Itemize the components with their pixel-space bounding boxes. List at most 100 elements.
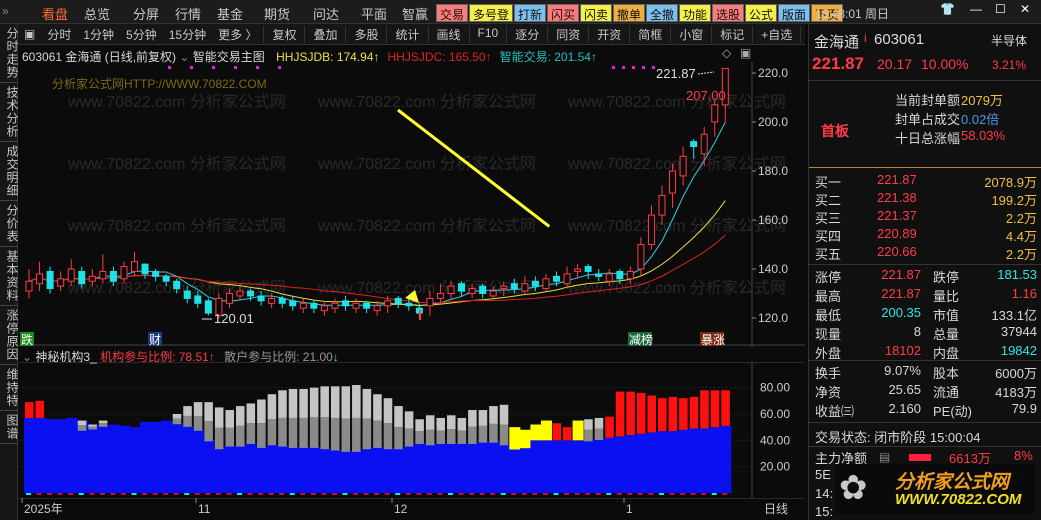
- menu-item[interactable]: 看盘: [42, 4, 68, 23]
- retail-bar: [193, 402, 203, 416]
- toolbar-button[interactable]: 叠加: [304, 25, 345, 43]
- retail-bar: [246, 403, 256, 424]
- signal-bar: [668, 396, 678, 432]
- signal-bar: [509, 427, 521, 450]
- signal-bar: [35, 400, 45, 418]
- candle: [25, 280, 33, 292]
- diamond-icon[interactable]: ◇: [722, 46, 731, 60]
- candle: [257, 295, 265, 302]
- candle: [426, 297, 434, 307]
- menu-item[interactable]: 问达: [313, 4, 339, 23]
- bid-row[interactable]: 买五 220.66 2.2万: [815, 244, 1037, 263]
- candle: [711, 104, 719, 123]
- toolbar-button[interactable]: F10: [468, 25, 507, 43]
- left-tab[interactable]: 技术分析: [0, 83, 19, 142]
- signal-bar: [689, 396, 699, 429]
- left-tab[interactable]: 涨停原因: [0, 306, 19, 365]
- toolbar-button[interactable]: 小窗: [670, 25, 711, 43]
- menu-item[interactable]: 平面: [361, 4, 387, 23]
- period-toolbar: ▣ 分时 1分钟 5分钟 15分钟 更多 〉 复权 叠加 多股 统计 画线 F10 逐分 同资 开资 简框…: [18, 24, 833, 45]
- info-icon[interactable]: i: [864, 31, 867, 45]
- left-tab[interactable]: 基本资料: [0, 247, 19, 306]
- prev-close-label: 207.00: [686, 88, 726, 103]
- quick-button[interactable]: 闪买: [547, 4, 580, 22]
- list-icon[interactable]: ▤: [879, 450, 890, 464]
- baseline-mark: [500, 493, 506, 495]
- toolbar-button[interactable]: 简框: [629, 25, 670, 43]
- quick-button[interactable]: 选股: [712, 4, 745, 22]
- retail-bar: [341, 386, 351, 419]
- inst-bar: [182, 425, 194, 493]
- inst-bar: [467, 442, 479, 493]
- inst-bar: [583, 440, 595, 493]
- inst-bar: [519, 448, 531, 493]
- left-tab[interactable]: 分价表: [0, 201, 19, 247]
- quick-button[interactable]: 功能: [679, 4, 712, 22]
- toolbar-button[interactable]: 同资: [547, 25, 588, 43]
- retail-bar: [172, 418, 182, 425]
- toolbar-button[interactable]: 标记: [711, 25, 752, 43]
- quick-button[interactable]: 闪卖: [580, 4, 613, 22]
- retail-bar: [267, 394, 277, 420]
- retail-bar: [436, 417, 445, 431]
- price-chart[interactable]: www.70822.com 分析家公式网 www.70822.com 分析家公式网…: [18, 62, 805, 347]
- quick-button[interactable]: 公式: [745, 4, 778, 22]
- low-label: 120.01: [214, 311, 254, 326]
- quick-button[interactable]: 撤单: [613, 4, 646, 22]
- baseline-mark: [353, 493, 359, 495]
- minimize-icon[interactable]: —: [970, 2, 982, 16]
- toolbar-button[interactable]: 统计: [386, 25, 427, 43]
- period-button[interactable]: 分时: [41, 26, 77, 43]
- left-tab[interactable]: 图谱: [0, 411, 19, 444]
- left-tab[interactable]: 成交明细: [0, 142, 19, 201]
- toolbar-button[interactable]: 开资: [588, 25, 629, 43]
- inst-bar: [319, 448, 331, 493]
- candle: [690, 141, 698, 147]
- indicator-chart[interactable]: 80.00 60.00 40.00 20.00: [18, 362, 805, 498]
- retail-bar: [98, 420, 108, 424]
- period-button[interactable]: 更多 〉: [212, 26, 263, 43]
- menu-item[interactable]: 智赢: [402, 4, 428, 23]
- bid-row[interactable]: 买一 221.87 2078.9万: [815, 172, 1037, 191]
- candle: [479, 285, 487, 294]
- menu-item[interactable]: 分屏: [133, 4, 159, 23]
- period-button[interactable]: 15分钟: [163, 26, 212, 43]
- baseline-mark: [521, 493, 527, 495]
- period-button[interactable]: 1分钟: [77, 26, 120, 43]
- left-tab[interactable]: 分时走势: [0, 24, 19, 83]
- inst-bar: [203, 440, 215, 493]
- baseline-mark: [690, 493, 696, 495]
- menu-item[interactable]: 基金: [217, 4, 243, 23]
- quick-button[interactable]: 全撤: [646, 4, 679, 22]
- toolbar-button[interactable]: 多股: [345, 25, 386, 43]
- quick-button[interactable]: 版面: [778, 4, 811, 22]
- maximize-icon[interactable]: ☐: [995, 2, 1006, 16]
- retail-bar: [394, 427, 403, 450]
- baseline-mark: [627, 493, 633, 495]
- toolbar-button[interactable]: 画线: [427, 25, 469, 43]
- left-tab[interactable]: 维持特: [0, 365, 19, 411]
- menu-item[interactable]: 期货: [264, 4, 290, 23]
- menu-item[interactable]: 行情: [175, 4, 201, 23]
- quick-button[interactable]: 多号登: [469, 4, 514, 22]
- retail-bar: [278, 390, 287, 418]
- inst-bar: [308, 446, 320, 493]
- collapse-icon[interactable]: »: [2, 4, 9, 18]
- toolbar-button[interactable]: 复权: [263, 25, 304, 43]
- bid-row[interactable]: 买四 220.89 4.4万: [815, 226, 1037, 245]
- inst-bar: [55, 419, 67, 493]
- sector[interactable]: 半导体: [991, 32, 1027, 49]
- quick-button[interactable]: 打新: [514, 4, 547, 22]
- quick-button[interactable]: 交易: [436, 4, 469, 22]
- panel-icon[interactable]: ▣: [740, 46, 751, 60]
- skin-icon[interactable]: 👕: [940, 2, 955, 16]
- toolbar-button[interactable]: 逐分: [506, 25, 547, 43]
- close-icon[interactable]: ✕: [1020, 2, 1030, 16]
- period-button[interactable]: 5分钟: [120, 26, 163, 43]
- y-tick-label: 180.0: [758, 164, 788, 178]
- panel-toggle-icon[interactable]: ▣: [18, 27, 41, 41]
- menu-item[interactable]: 总览: [84, 4, 110, 23]
- bid-row[interactable]: 买二 221.38 199.2万: [815, 190, 1037, 209]
- bid-row[interactable]: 买三 221.37 2.2万: [815, 208, 1037, 227]
- toolbar-button[interactable]: +自选: [752, 25, 800, 43]
